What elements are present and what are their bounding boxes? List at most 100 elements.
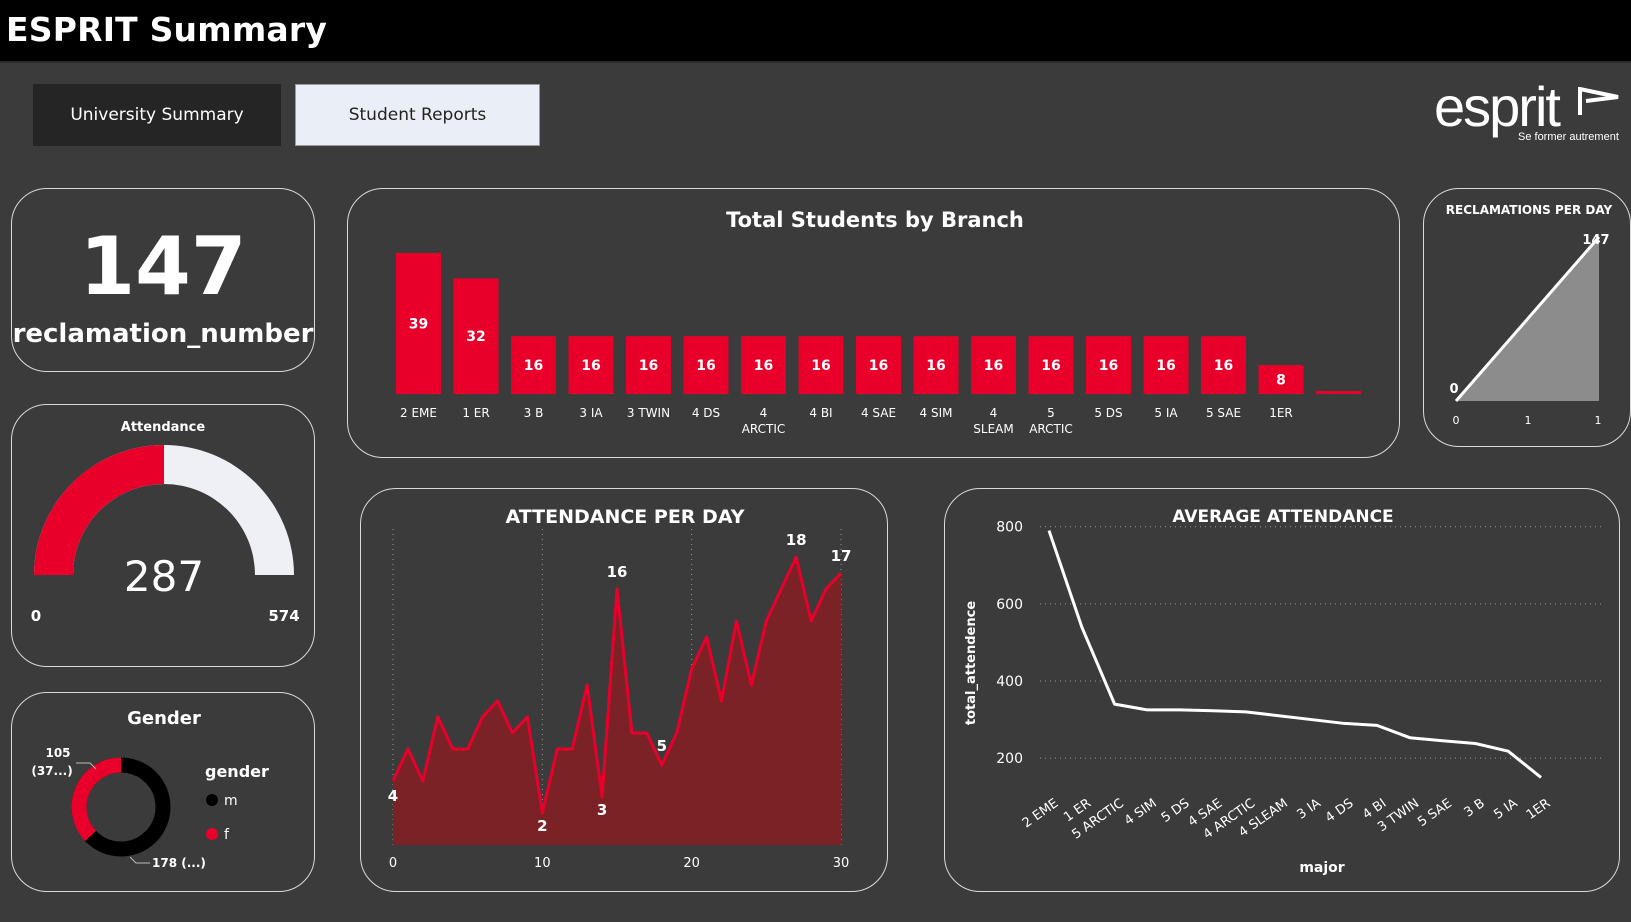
avg-line <box>1047 530 1542 779</box>
university-summary-button[interactable]: University Summary <box>33 84 281 146</box>
logo-wordmark: esprit <box>1434 75 1561 138</box>
bar-category-label: 1ER <box>1269 406 1293 420</box>
gender-slice-f <box>71 757 122 842</box>
bar-category-label: 4 SAE <box>861 406 896 420</box>
reclamations-chart-title: RECLAMATIONS PER DAY <box>1446 203 1613 217</box>
legend-f-label[interactable]: f <box>224 827 230 843</box>
reclamations-end-label: 147 <box>1582 233 1609 248</box>
legend-m-marker <box>206 794 218 806</box>
attendance-per-day-title: ATTENDANCE PER DAY <box>506 506 745 528</box>
avg-x-tick: 3 B <box>1462 796 1488 821</box>
average-attendance-chart: AVERAGE ATTENDANCE total_attendence majo… <box>964 507 1605 876</box>
bar-category-label: 4 <box>990 406 998 420</box>
gender-legend-title: gender <box>205 762 269 781</box>
avg-x-tick: 1ER <box>1524 796 1554 823</box>
avg-y-tick: 600 <box>996 597 1023 613</box>
gender-f-percent-label: (37...) <box>31 764 72 778</box>
apd-x-tick: 10 <box>534 856 551 871</box>
gender-f-value-label: 105 <box>45 746 70 760</box>
reclamations-per-day-chart: RECLAMATIONS PER DAY 0 147 0 1 1 <box>1446 203 1613 427</box>
logo-flag-icon <box>1578 87 1619 115</box>
page-title: ESPRIT Summary <box>6 10 328 49</box>
bar-chart-title: Total Students by Branch <box>726 208 1024 232</box>
reclamations-x-tick: 1 <box>1525 414 1532 427</box>
avg-y-tick: 400 <box>996 674 1023 690</box>
bar-category-label: 5 SAE <box>1206 406 1241 420</box>
gauge-min-label: 0 <box>31 607 41 625</box>
bar-category-label: 3 IA <box>579 406 603 420</box>
bar-category-label: 5 <box>1047 406 1055 420</box>
gender-m-leader-line <box>129 856 150 864</box>
students-by-branch-card: Total Students by Branch 39 2 EME 32 1 ER 16… <box>347 188 1400 458</box>
legend-m-label[interactable]: m <box>224 793 238 809</box>
bar-blank[interactable] <box>1316 391 1361 394</box>
kpi-card: 147 reclamation_number <box>11 188 315 372</box>
gender-donut-chart: Gender 105 (37...) 178 (...) gender m f <box>31 708 269 870</box>
bar-category-label: SLEAM <box>973 422 1013 436</box>
bar-category-label: ARCTIC <box>1029 422 1073 436</box>
bar-category-label: 5 DS <box>1094 406 1122 420</box>
kpi-value: 147 <box>79 220 247 313</box>
reclamations-per-day-card: RECLAMATIONS PER DAY 0 147 0 1 1 <box>1423 188 1631 447</box>
bar-value-label: 8 <box>1276 373 1286 389</box>
bar-value-label: 16 <box>869 358 888 374</box>
legend-f-marker <box>206 828 218 840</box>
apd-x-tick: 30 <box>833 856 850 871</box>
average-attendance-title: AVERAGE ATTENDANCE <box>1172 507 1393 527</box>
bar-category-label: 4 DS <box>692 406 720 420</box>
gender-m-label: 178 (...) <box>152 856 206 870</box>
bar-category-label: 2 EME <box>400 406 437 420</box>
title-bar: ESPRIT Summary <box>0 0 1631 63</box>
avg-x-tick: 4 DS <box>1323 796 1357 826</box>
student-reports-button[interactable]: Student Reports <box>295 84 540 146</box>
avg-y-axis-label: total_attendence <box>964 601 979 725</box>
attendance-gauge: 287 0 574 <box>31 445 300 625</box>
students-by-branch-chart: Total Students by Branch 39 2 EME 32 1 ER 16… <box>396 208 1361 436</box>
kpi-label: reclamation_number <box>12 319 314 349</box>
bar-category-label: 1 ER <box>462 406 489 420</box>
avg-x-tick: 3 IA <box>1294 796 1323 823</box>
bar-value-label: 16 <box>811 358 830 374</box>
apd-data-label: 18 <box>786 531 807 549</box>
gender-title: Gender <box>127 708 201 729</box>
bar-category-label: 5 IA <box>1154 406 1178 420</box>
attendance-gauge-card: Attendance 287 0 574 <box>11 404 315 667</box>
gauge-value: 287 <box>124 552 204 601</box>
reclamations-x-tick: 1 <box>1595 414 1602 427</box>
bar-value-label: 16 <box>1099 358 1118 374</box>
average-attendance-card: AVERAGE ATTENDANCE total_attendence majo… <box>944 488 1620 892</box>
bar-value-label: 16 <box>524 358 543 374</box>
apd-data-label: 4 <box>388 787 398 805</box>
avg-x-axis-label: major <box>1299 860 1344 876</box>
bar-value-label: 16 <box>926 358 945 374</box>
avg-y-tick: 800 <box>996 520 1023 536</box>
reclamations-start-label: 0 <box>1449 382 1458 397</box>
bar-value-label: 16 <box>754 358 773 374</box>
bar-category-label: 4 BI <box>809 406 832 420</box>
bar-value-label: 16 <box>1214 358 1233 374</box>
bar-value-label: 39 <box>409 317 428 333</box>
esprit-logo: esprit Se former autrement <box>1434 75 1624 146</box>
apd-x-tick: 0 <box>389 856 397 871</box>
bar-value-label: 16 <box>984 358 1003 374</box>
bar-value-label: 16 <box>1156 358 1175 374</box>
gauge-max-label: 574 <box>268 607 299 625</box>
bar-category-label: 3 TWIN <box>627 406 670 420</box>
bar-value-label: 32 <box>466 329 485 345</box>
attendance-per-day-chart: ATTENDANCE PER DAY 4 2 3 16 5 18 17 0 10 20 30 <box>388 506 852 871</box>
apd-data-label: 16 <box>607 563 628 581</box>
avg-x-tick: 5 IA <box>1491 796 1520 823</box>
avg-x-tick: 2 EME <box>1020 796 1061 831</box>
gender-card: Gender 105 (37...) 178 (...) gender m f <box>11 692 315 892</box>
apd-data-label: 3 <box>597 801 607 819</box>
bar-category-label: 3 B <box>524 406 544 420</box>
avg-x-tick: 5 SAE <box>1415 796 1455 830</box>
apd-data-label: 2 <box>537 817 547 835</box>
reclamations-x-tick: 0 <box>1453 414 1460 427</box>
bar-value-label: 16 <box>696 358 715 374</box>
avg-y-tick: 200 <box>996 751 1023 767</box>
apd-x-tick: 20 <box>683 856 700 871</box>
logo-tagline: Se former autrement <box>1518 131 1619 143</box>
avg-x-tick: 4 SIM <box>1122 796 1160 829</box>
bar-category-label: 4 SIM <box>920 406 953 420</box>
